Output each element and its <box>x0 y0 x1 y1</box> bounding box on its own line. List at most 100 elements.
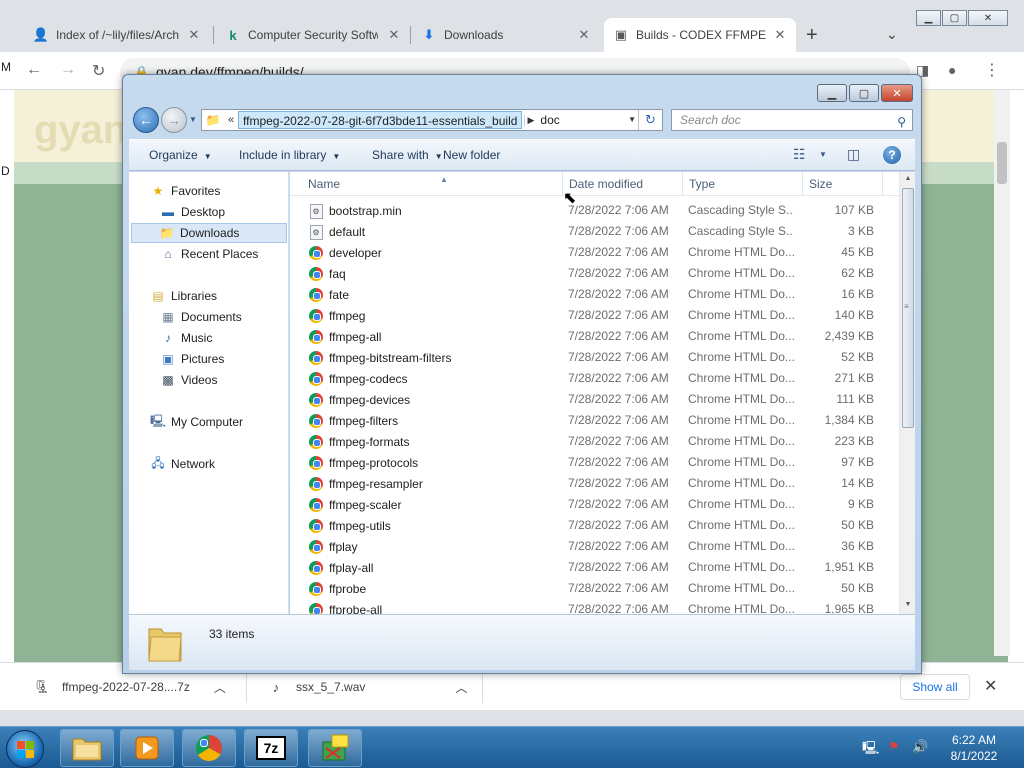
scroll-up-arrow-icon[interactable]: ▲ <box>900 172 915 186</box>
forward-button[interactable]: → <box>161 107 187 133</box>
preview-pane-icon[interactable]: ◫ <box>847 146 860 163</box>
caret-down-icon[interactable]: ▼ <box>819 150 827 159</box>
nav-music[interactable]: ♪ Music <box>159 328 212 348</box>
taskbar-installer[interactable] <box>308 729 362 767</box>
breadcrumb-arrow-icon[interactable]: ▶ <box>524 114 536 126</box>
close-icon[interactable]: ✕ <box>186 27 202 43</box>
file-row[interactable]: ⚙ bootstrap.min 7/28/2022 7:06 AM Cascading… <box>290 200 899 221</box>
explorer-address-bar[interactable]: 📁 « ffmpeg-2022-07-28-git-6f7d3bde11-ess… <box>201 109 663 131</box>
maximize-button[interactable]: ▢ <box>942 10 967 26</box>
nav-libraries[interactable]: ▤ Libraries <box>149 286 217 306</box>
nav-documents[interactable]: ▦ Documents <box>159 307 241 327</box>
back-button[interactable]: ← <box>133 107 159 133</box>
file-row[interactable]: ffmpeg-protocols 7/28/2022 7:06 AM Chrome … <box>290 452 899 473</box>
file-row[interactable]: ffplay-all 7/28/2022 7:06 AM Chrome HTML D… <box>290 557 899 578</box>
file-row[interactable]: ffmpeg-formats 7/28/2022 7:06 AM Chrome HT… <box>290 431 899 452</box>
show-all-button[interactable]: Show all <box>900 674 970 700</box>
file-row[interactable]: ffmpeg-bitstream-filters 7/28/2022 7:06 A… <box>290 347 899 368</box>
address-dropdown-icon[interactable]: ▼ <box>628 115 636 124</box>
minimize-button[interactable]: ▁ <box>817 84 847 102</box>
file-row[interactable]: ffmpeg 7/28/2022 7:06 AM Chrome HTML Do...… <box>290 305 899 326</box>
kebab-menu-icon[interactable]: ⋮ <box>984 60 1000 80</box>
back-arrow-icon[interactable]: ← <box>26 61 42 79</box>
taskbar-clock[interactable]: 6:22 AM 8/1/2022 <box>936 732 1012 764</box>
close-button[interactable]: ✕ <box>881 84 913 102</box>
file-name: ffplay <box>329 540 358 554</box>
scrollbar-thumb[interactable] <box>997 142 1007 184</box>
file-row[interactable]: ffprobe-all 7/28/2022 7:06 AM Chrome HTML … <box>290 599 899 614</box>
nav-downloads[interactable]: 📁 Downloads <box>131 223 287 243</box>
close-icon[interactable]: ✕ <box>576 27 592 43</box>
volume-icon[interactable]: 🔊 <box>912 739 928 755</box>
tab-builds-codex-ffmpeg[interactable]: ▣ Builds - CODEX FFMPEG ✕ <box>604 18 796 52</box>
file-icon-wrap <box>308 371 324 387</box>
view-options-icon[interactable]: ☷ <box>793 146 806 163</box>
close-icon[interactable]: ✕ <box>984 676 997 696</box>
file-row[interactable]: ffprobe 7/28/2022 7:06 AM Chrome HTML Do..… <box>290 578 899 599</box>
nav-favorites[interactable]: ★ Favorites <box>149 181 221 201</box>
breadcrumb-overflow[interactable]: « <box>224 114 238 126</box>
maximize-button[interactable]: ▢ <box>849 84 879 102</box>
include-in-library-button[interactable]: Include in library ▼ <box>239 148 340 162</box>
taskbar-media-player[interactable] <box>120 729 174 767</box>
file-row[interactable]: ffplay 7/28/2022 7:06 AM Chrome HTML Do...… <box>290 536 899 557</box>
tab-downloads[interactable]: ⬇ Downloads ✕ <box>412 18 600 52</box>
file-row[interactable]: developer 7/28/2022 7:06 AM Chrome HTML Do… <box>290 242 899 263</box>
share-with-button[interactable]: Share with ▼ <box>372 148 443 162</box>
chevron-up-icon[interactable]: ︿ <box>214 679 226 696</box>
nav-recent-places[interactable]: ⌂ Recent Places <box>159 244 258 264</box>
tab-index-of-lily[interactable]: 👤 Index of /~lily/files/Arch ✕ <box>24 18 210 52</box>
folder-icon <box>148 628 182 662</box>
file-row[interactable]: faq 7/28/2022 7:06 AM Chrome HTML Do... 62 … <box>290 263 899 284</box>
recent-pages-dropdown-icon[interactable]: ▼ <box>189 115 197 124</box>
file-row[interactable]: ffmpeg-codecs 7/28/2022 7:06 AM Chrome HTM… <box>290 368 899 389</box>
taskbar-7zip[interactable]: 7z <box>244 729 298 767</box>
file-row[interactable]: fate 7/28/2022 7:06 AM Chrome HTML Do... 16… <box>290 284 899 305</box>
nav-my-computer[interactable]: 🖳 My Computer <box>149 412 243 432</box>
forward-arrow-icon[interactable]: → <box>60 61 76 79</box>
column-header-size[interactable]: Size <box>803 172 883 196</box>
new-folder-button[interactable]: New folder <box>443 148 500 162</box>
nav-network[interactable]: 🖧 Network <box>149 454 215 474</box>
folder-icon: 📁 <box>205 113 221 127</box>
action-center-icon[interactable]: 🖳 <box>862 739 879 761</box>
file-row[interactable]: ffmpeg-utils 7/28/2022 7:06 AM Chrome HTML… <box>290 515 899 536</box>
column-header-name[interactable]: Name ▲ <box>302 172 563 196</box>
nav-videos[interactable]: ▩ Videos <box>159 370 217 390</box>
file-icon-wrap <box>308 518 324 534</box>
new-tab-icon[interactable]: + <box>806 24 818 47</box>
reload-icon[interactable]: ↻ <box>92 61 105 81</box>
file-row[interactable]: ffmpeg-devices 7/28/2022 7:06 AM Chrome HT… <box>290 389 899 410</box>
file-row[interactable]: ffmpeg-scaler 7/28/2022 7:06 AM Chrome HTM… <box>290 494 899 515</box>
start-button[interactable] <box>6 730 44 768</box>
nav-pictures[interactable]: ▣ Pictures <box>159 349 224 369</box>
organize-button[interactable]: Organize ▼ <box>149 148 212 162</box>
chevron-up-icon[interactable]: ︿ <box>455 679 467 696</box>
search-input[interactable]: Search doc ⚲ <box>671 109 913 131</box>
taskbar-chrome[interactable] <box>182 729 236 767</box>
column-header-type[interactable]: Type <box>683 172 803 196</box>
minimize-button[interactable]: ▁ <box>916 10 941 26</box>
column-header-date[interactable]: Date modified <box>563 172 683 196</box>
breadcrumb-current[interactable]: doc <box>536 111 563 129</box>
search-icon[interactable]: ⚲ <box>897 112 906 132</box>
taskbar-file-explorer[interactable] <box>60 729 114 767</box>
breadcrumb-parent[interactable]: ffmpeg-2022-07-28-git-6f7d3bde11-essenti… <box>238 111 523 129</box>
tab-computer-security[interactable]: k Computer Security Softw ✕ <box>216 18 410 52</box>
close-button[interactable]: ✕ <box>968 10 1008 26</box>
profile-avatar-icon[interactable]: ● <box>948 62 956 78</box>
file-row[interactable]: ffmpeg-all 7/28/2022 7:06 AM Chrome HTML D… <box>290 326 899 347</box>
file-row[interactable]: ffmpeg-resampler 7/28/2022 7:06 AM Chrome … <box>290 473 899 494</box>
network-alert-icon[interactable]: ⚑ <box>888 739 900 755</box>
file-row[interactable]: ffmpeg-filters 7/28/2022 7:06 AM Chrome HT… <box>290 410 899 431</box>
file-row[interactable]: ⚙ default 7/28/2022 7:06 AM Cascading Style… <box>290 221 899 242</box>
chevron-down-icon[interactable]: ⌄ <box>886 26 898 43</box>
refresh-icon[interactable]: ↻ <box>638 110 662 130</box>
file-list-scrollbar[interactable]: ▲ ≡ ▼ <box>899 172 915 614</box>
scroll-down-arrow-icon[interactable]: ▼ <box>900 598 915 612</box>
help-icon[interactable]: ? <box>883 146 901 164</box>
close-icon[interactable]: ✕ <box>772 27 788 43</box>
nav-desktop[interactable]: ▬ Desktop <box>159 202 225 222</box>
page-scrollbar[interactable] <box>994 90 1010 656</box>
close-icon[interactable]: ✕ <box>386 27 402 43</box>
